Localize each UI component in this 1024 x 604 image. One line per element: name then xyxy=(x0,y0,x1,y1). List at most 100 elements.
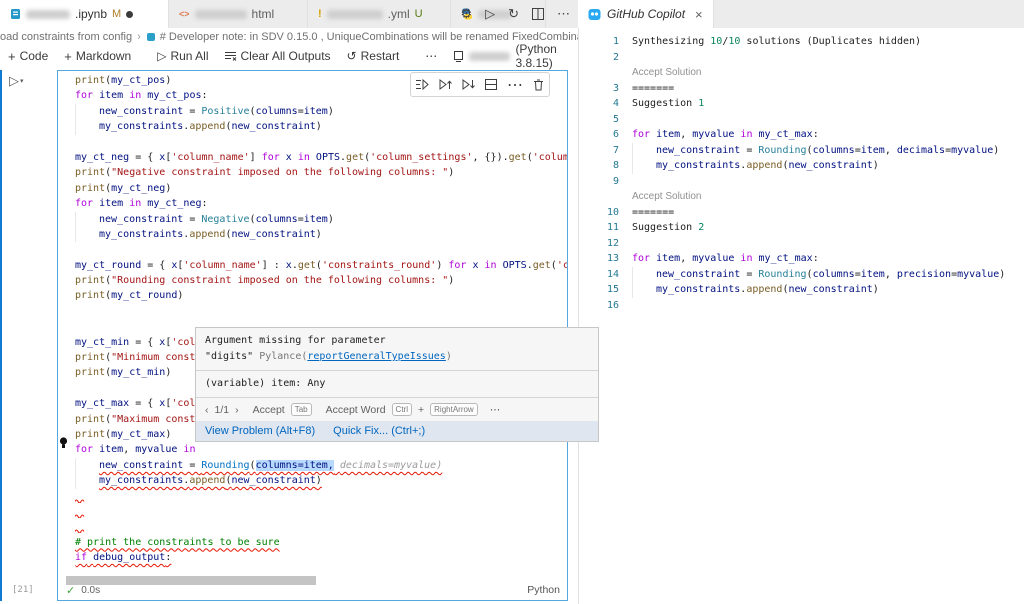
copilot-code-line: 1Synthesizing 10/10 solutions (Duplicate… xyxy=(579,34,1024,50)
code-line[interactable]: my_constraints xyxy=(75,566,567,569)
settings-gear-icon[interactable]: ⚙ xyxy=(460,6,472,22)
code-line[interactable] xyxy=(75,519,567,534)
cell-status: ✓ 0.0s xyxy=(66,584,100,597)
copilot-code-line: 16 xyxy=(579,298,1024,314)
code-line[interactable]: my_constraints.append(new_constraint) xyxy=(75,227,567,242)
code-line[interactable]: print(my_ct_round) xyxy=(75,288,567,303)
kernel-picker[interactable]: (Python 3.8.15) xyxy=(453,42,587,70)
add-markdown-button[interactable]: + Markdown xyxy=(64,49,131,64)
run-by-line-icon[interactable] xyxy=(416,79,429,90)
code-line[interactable]: my_constraints.append(new_constraint) xyxy=(75,119,567,134)
code-line[interactable] xyxy=(75,135,567,150)
run-all-button[interactable]: ▷ Run All xyxy=(157,49,208,63)
cell-code[interactable]: print(my_ct_pos)for item in my_ct_pos:ne… xyxy=(75,73,567,568)
notebook-toolbar: + Code + Markdown ▷ Run All Clear All Ou… xyxy=(0,45,578,67)
horizontal-scrollbar[interactable] xyxy=(66,576,316,585)
copilot-code-line: 13for item, myvalue in my_ct_max: xyxy=(579,251,1024,267)
split-cell-icon[interactable] xyxy=(485,79,497,90)
run-cell-icon: ▷ xyxy=(9,73,19,89)
success-check-icon: ✓ xyxy=(66,584,75,597)
quick-fix-link[interactable]: Quick Fix... (Ctrl+;) xyxy=(333,425,425,437)
right-tab-strip: GitHub Copilot × xyxy=(578,0,1024,28)
code-line[interactable]: print(my_ct_neg) xyxy=(75,181,567,196)
code-line[interactable] xyxy=(75,304,567,319)
code-line[interactable]: print("Negative constraint imposed on th… xyxy=(75,165,567,180)
accept-word-key2: RightArrow xyxy=(430,403,478,416)
accept-button[interactable]: Accept xyxy=(253,404,285,416)
code-line[interactable]: my_ct_neg = { x['column_name'] for x in … xyxy=(75,150,567,165)
notebook-icon xyxy=(10,8,21,20)
code-line[interactable]: for item in my_ct_neg: xyxy=(75,196,567,211)
breadcrumb-cell[interactable]: # Developer note: in SDV 0.15.0 , Unique… xyxy=(160,31,578,43)
toolbar-more-button[interactable]: ⋯ xyxy=(425,49,437,63)
cell-toolbar: ⋯ xyxy=(410,72,550,97)
copilot-code-line: 14new_constraint = Rounding(columns=item… xyxy=(579,267,1024,283)
report-general-type-issues-link[interactable]: reportGeneralTypeIssues xyxy=(307,351,445,362)
code-line[interactable] xyxy=(75,242,567,257)
hover-message-line2: "digits" Pylance(reportGeneralTypeIssues… xyxy=(205,349,589,365)
hover-variable-info: (variable) item: Any xyxy=(196,371,598,397)
tab-yml[interactable]: ! .yml U xyxy=(308,0,451,28)
sync-restart-icon[interactable]: ↻ xyxy=(508,6,519,22)
git-modified-badge: M xyxy=(112,8,121,20)
accept-solution-codelens[interactable]: Accept Solution xyxy=(579,189,1024,205)
more-actions-icon[interactable]: ⋯ xyxy=(557,6,570,22)
code-line[interactable]: for item, myvalue in xyxy=(75,442,567,457)
cell-more-actions-icon[interactable]: ⋯ xyxy=(507,75,523,95)
copilot-code-line: 9 xyxy=(579,174,1024,190)
hover-more-icon[interactable]: ⋯ xyxy=(490,404,501,416)
copilot-code-line: 6for item, myvalue in my_ct_max: xyxy=(579,127,1024,143)
close-icon[interactable]: × xyxy=(695,7,703,22)
redacted-filename xyxy=(195,10,247,19)
run-cell-button[interactable]: ▷ ▾ xyxy=(9,73,24,89)
copilot-code-line: 12 xyxy=(579,236,1024,252)
html-icon: <> xyxy=(179,9,190,19)
copilot-code-line: 5 xyxy=(579,112,1024,128)
delete-cell-icon[interactable] xyxy=(533,79,544,91)
execute-above-icon[interactable] xyxy=(439,79,452,90)
copilot-code-line: 8my_constraints.append(new_constraint) xyxy=(579,158,1024,174)
tab-github-copilot[interactable]: GitHub Copilot × xyxy=(578,0,714,28)
code-line[interactable]: my_constraints.append(new_constraint) xyxy=(75,473,567,488)
accept-word-button[interactable]: Accept Word xyxy=(326,404,386,416)
clear-all-outputs-button[interactable]: Clear All Outputs xyxy=(225,49,331,63)
run-icon[interactable]: ▷ xyxy=(485,6,495,22)
left-tab-strip: .ipynb M <> html ! .yml U ⚙ ▷ ↻ xyxy=(0,0,578,28)
code-line[interactable] xyxy=(75,504,567,519)
code-line[interactable]: new_constraint = Rounding(columns=item, … xyxy=(75,458,567,473)
code-line[interactable]: # print the constraints to be sure xyxy=(75,535,567,550)
dirty-indicator[interactable] xyxy=(126,11,133,18)
tab-notebook[interactable]: .ipynb M xyxy=(0,0,169,28)
cell-language-picker[interactable]: Python xyxy=(470,584,560,596)
kernel-icon xyxy=(453,51,464,62)
code-line[interactable]: print("Rounding constraint imposed on th… xyxy=(75,273,567,288)
split-editor-icon[interactable] xyxy=(532,8,544,20)
copilot-suggestions-panel[interactable]: 1Synthesizing 10/10 solutions (Duplicate… xyxy=(579,28,1024,604)
clear-outputs-icon xyxy=(225,51,237,61)
next-suggestion-icon[interactable]: › xyxy=(235,404,239,416)
restart-button[interactable]: ↺ Restart xyxy=(347,49,400,63)
redacted-kernel-name xyxy=(469,52,510,61)
hover-suggestion-nav: ‹ 1/1 › Accept Tab Accept Word Ctrl + Ri… xyxy=(196,398,598,421)
hover-message-line1: Argument missing for parameter xyxy=(205,333,589,349)
accept-solution-codelens[interactable]: Accept Solution xyxy=(579,65,1024,81)
tab-suffix: html xyxy=(252,7,275,21)
code-line[interactable]: new_constraint = Positive(columns=item) xyxy=(75,104,567,119)
add-code-button[interactable]: + Code xyxy=(8,49,48,64)
breadcrumb-parent[interactable]: oad constraints from config xyxy=(0,31,132,43)
code-line[interactable]: if debug_output: xyxy=(75,550,567,565)
lightbulb-icon[interactable] xyxy=(59,437,68,449)
prev-suggestion-icon[interactable]: ‹ xyxy=(205,404,209,416)
vscode-window: .ipynb M <> html ! .yml U ⚙ ▷ ↻ xyxy=(0,0,1024,604)
code-line[interactable] xyxy=(75,489,567,504)
tab-suffix: .ipynb xyxy=(75,7,107,21)
copilot-code-line: 4Suggestion 1 xyxy=(579,96,1024,112)
accept-keybinding: Tab xyxy=(291,403,312,416)
cell-focus-bar xyxy=(0,70,2,601)
code-line[interactable]: my_ct_round = { x['column_name'] : x.get… xyxy=(75,258,567,273)
cell-symbol-icon xyxy=(146,32,156,42)
code-line[interactable]: new_constraint = Negative(columns=item) xyxy=(75,212,567,227)
tab-html[interactable]: <> html xyxy=(169,0,308,28)
execute-below-icon[interactable] xyxy=(462,79,475,90)
view-problem-link[interactable]: View Problem (Alt+F8) xyxy=(205,425,315,437)
